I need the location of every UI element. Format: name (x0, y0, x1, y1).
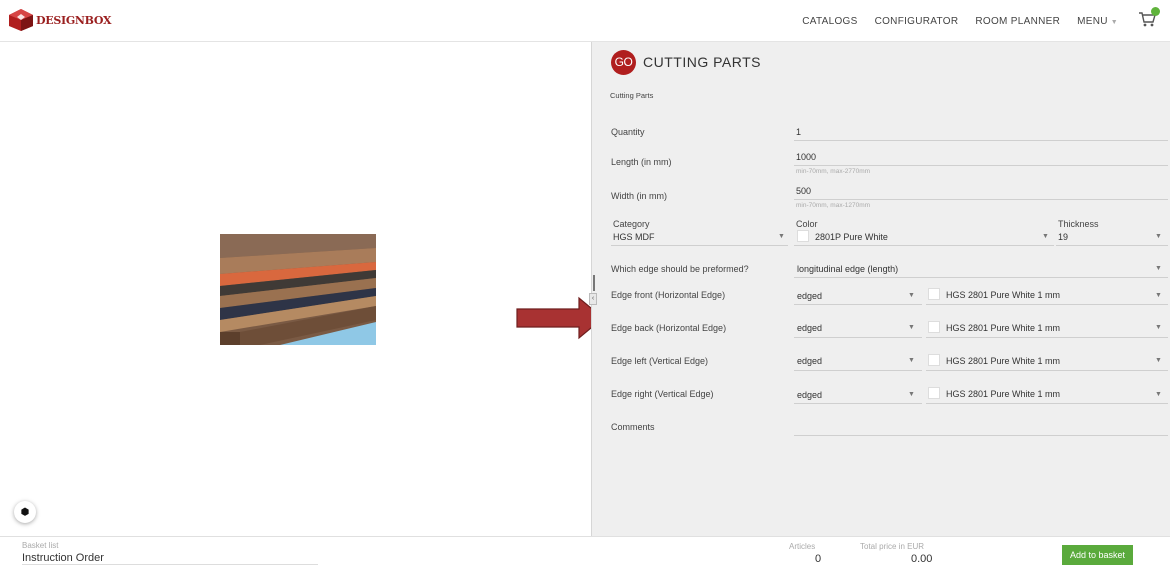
product-image (220, 234, 376, 345)
color-label: Color (796, 219, 818, 229)
edge-left-swatch (928, 354, 940, 366)
length-input[interactable]: 1000 (796, 152, 816, 162)
preformed-dropdown-icon[interactable]: ▼ (1155, 265, 1162, 272)
articles-count: 0 (815, 553, 822, 565)
edge-right-label: Edge right (Vertical Edge) (611, 389, 714, 399)
width-label: Width (in mm) (611, 191, 667, 201)
thickness-underline (1056, 245, 1168, 246)
comments-label: Comments (611, 422, 655, 432)
chevron-down-icon: ▼ (1110, 18, 1118, 26)
edge-right-type-select[interactable]: edged (797, 390, 822, 400)
total-price-label: Total price in EUR (860, 542, 925, 551)
quantity-input[interactable]: 1 (796, 127, 801, 137)
preformed-select[interactable]: longitudinal edge (length) (797, 264, 898, 274)
color-underline (794, 245, 1054, 246)
edge-front-type-dropdown-icon[interactable]: ▼ (908, 292, 915, 299)
basket-name-input[interactable]: Instruction Order (22, 552, 104, 564)
edge-front-type-select[interactable]: edged (797, 291, 822, 301)
edge-front-material-underline (926, 304, 1168, 305)
thickness-label: Thickness (1058, 219, 1099, 229)
collapse-panel-button[interactable]: ‹ (589, 293, 597, 305)
length-label: Length (in mm) (611, 157, 672, 167)
edge-left-type-dropdown-icon[interactable]: ▼ (908, 357, 915, 364)
nav-menu-label: MENU (1077, 15, 1108, 27)
quantity-underline (794, 140, 1168, 141)
edge-right-material-dropdown-icon[interactable]: ▼ (1155, 391, 1162, 398)
nav-menu[interactable]: MENU ▼ (1077, 16, 1118, 27)
edge-back-type-underline (794, 337, 922, 338)
category-select[interactable]: HGS MDF (613, 232, 655, 242)
edge-right-type-dropdown-icon[interactable]: ▼ (908, 391, 915, 398)
edge-left-type-underline (794, 370, 922, 371)
edge-back-material-underline (926, 337, 1168, 338)
color-select[interactable]: 2801P Pure White (815, 232, 888, 242)
color-swatch (797, 230, 809, 242)
page-title: CUTTING PARTS (643, 54, 761, 70)
edge-left-material-select[interactable]: HGS 2801 Pure White 1 mm (946, 356, 1060, 366)
top-bar: DESIGNBOX CATALOGS CONFIGURATOR ROOM PLA… (0, 0, 1170, 42)
edge-left-label: Edge left (Vertical Edge) (611, 356, 709, 366)
logo-cube-icon (9, 9, 33, 31)
cart-badge (1151, 7, 1160, 16)
comments-underline (794, 435, 1168, 436)
edge-back-label: Edge back (Horizontal Edge) (611, 323, 727, 333)
length-hint: min-70mm, max-2770mm (796, 168, 871, 175)
edge-right-swatch (928, 387, 940, 399)
preformed-underline (794, 277, 1168, 278)
go-badge: GO (611, 50, 636, 75)
thickness-dropdown-icon[interactable]: ▼ (1155, 233, 1162, 240)
edge-front-type-underline (794, 304, 922, 305)
length-underline (794, 165, 1168, 166)
thickness-select[interactable]: 19 (1058, 232, 1068, 242)
nav-room-planner[interactable]: ROOM PLANNER (975, 16, 1060, 27)
edge-left-material-dropdown-icon[interactable]: ▼ (1155, 357, 1162, 364)
nav-catalogs[interactable]: CATALOGS (802, 16, 857, 27)
cube-icon: ⬢ (20, 506, 30, 518)
category-underline (611, 245, 788, 246)
add-to-basket-button[interactable]: Add to basket (1062, 545, 1133, 565)
edge-left-type-select[interactable]: edged (797, 356, 822, 366)
nav-configurator[interactable]: CONFIGURATOR (875, 16, 959, 27)
edge-right-material-underline (926, 403, 1168, 404)
quantity-label: Quantity (611, 127, 645, 137)
comments-input[interactable] (797, 422, 1167, 434)
chevron-left-icon: ‹ (591, 295, 595, 302)
edge-back-swatch (928, 321, 940, 333)
width-input[interactable]: 500 (796, 186, 811, 196)
basket-list-label: Basket list (22, 541, 59, 550)
edge-front-material-select[interactable]: HGS 2801 Pure White 1 mm (946, 290, 1060, 300)
splitter-handle[interactable] (593, 275, 595, 291)
edge-back-type-select[interactable]: edged (797, 323, 822, 333)
edge-back-material-dropdown-icon[interactable]: ▼ (1155, 324, 1162, 331)
edge-front-material-dropdown-icon[interactable]: ▼ (1155, 292, 1162, 299)
edge-left-material-underline (926, 370, 1168, 371)
edge-back-type-dropdown-icon[interactable]: ▼ (908, 324, 915, 331)
edge-front-swatch (928, 288, 940, 300)
color-dropdown-icon[interactable]: ▼ (1042, 233, 1049, 240)
edge-back-material-select[interactable]: HGS 2801 Pure White 1 mm (946, 323, 1060, 333)
configurator-panel (591, 42, 1170, 536)
logo-text: DESIGNBOX (36, 13, 112, 27)
breadcrumb: Cutting Parts (610, 91, 654, 100)
main-nav: CATALOGS CONFIGURATOR ROOM PLANNER MENU ▼ (785, 0, 1118, 42)
edge-front-label: Edge front (Horizontal Edge) (611, 290, 726, 300)
3d-view-button[interactable]: ⬢ (14, 501, 36, 523)
category-label: Category (613, 219, 650, 229)
logo[interactable]: DESIGNBOX (8, 8, 111, 32)
category-dropdown-icon[interactable]: ▼ (778, 233, 785, 240)
footer-bar (0, 536, 1170, 565)
edge-right-material-select[interactable]: HGS 2801 Pure White 1 mm (946, 389, 1060, 399)
articles-label: Articles (789, 542, 816, 551)
width-hint: min-70mm, max-1270mm (796, 202, 871, 209)
cart-button[interactable] (1138, 7, 1160, 29)
total-price-value: 0.00 (911, 553, 933, 565)
edge-right-type-underline (794, 403, 922, 404)
width-underline (794, 199, 1168, 200)
preformed-label: Which edge should be preformed? (611, 264, 749, 274)
